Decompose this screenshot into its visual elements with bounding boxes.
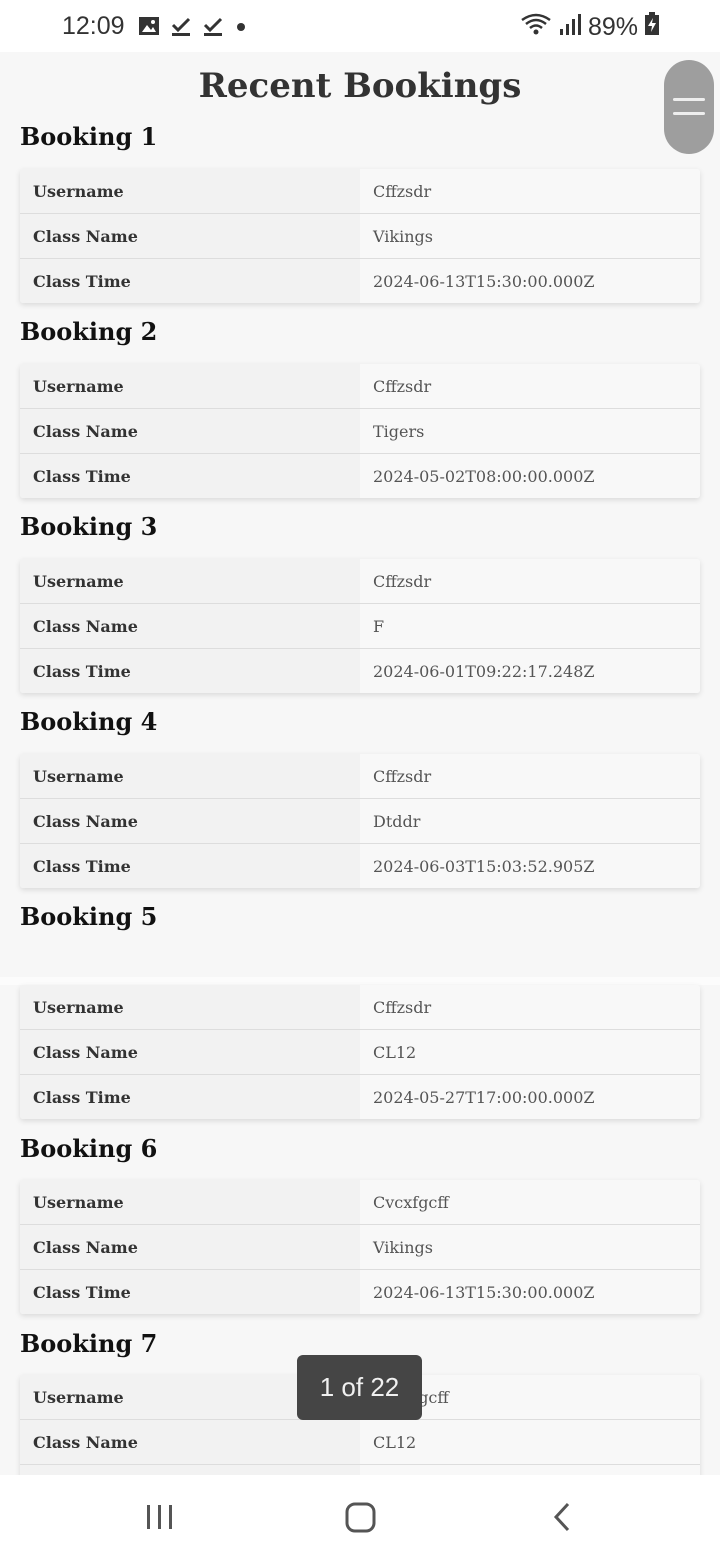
home-icon[interactable] — [344, 1499, 378, 1539]
class-time-value: 2024-05-27T17:00:00.000Z — [360, 1075, 700, 1119]
class-time-value: 2024-06-01T09:22:17.248Z — [360, 649, 700, 693]
class-name-label: Class Name — [20, 799, 360, 843]
username-label: Username — [20, 169, 360, 213]
booking-heading: Booking 1 — [20, 122, 158, 151]
booking-heading: Booking 7 — [20, 1329, 158, 1358]
class-name-label: Class Name — [20, 1225, 360, 1269]
username-label: Username — [20, 1180, 360, 1224]
class-time-label: Class Time — [20, 1465, 360, 1475]
username-value: Cffzsdr — [360, 169, 700, 213]
wifi-icon — [520, 12, 552, 43]
class-name-value: Dtddr — [360, 799, 700, 843]
class-time-value: 2024-06-13T15:30:00.000Z — [360, 1270, 700, 1314]
check-icon — [202, 15, 224, 44]
table-row: Class Name Vikings — [20, 1224, 700, 1269]
class-name-label: Class Name — [20, 1030, 360, 1074]
class-name-label: Class Name — [20, 214, 360, 258]
username-label: Username — [20, 364, 360, 408]
class-time-label: Class Time — [20, 844, 360, 888]
class-name-value: CL12 — [360, 1420, 700, 1464]
booking-table: Username Cffzsdr Class Name CL12 Class T… — [20, 985, 700, 1119]
booking-heading: Booking 6 — [20, 1134, 158, 1163]
back-icon[interactable] — [550, 1499, 574, 1539]
class-name-value: Tigers — [360, 409, 700, 453]
booking-table: Username Cffzsdr Class Name Vikings Clas… — [20, 169, 700, 303]
table-row: Username Cvcxfgcff — [20, 1180, 700, 1224]
recent-apps-icon[interactable] — [145, 1499, 175, 1539]
class-name-label: Class Name — [20, 604, 360, 648]
class-name-label: Class Name — [20, 1420, 360, 1464]
battery-charging-icon — [644, 12, 660, 43]
table-row: Username Cffzsdr — [20, 559, 700, 603]
table-row: Username Cffzsdr — [20, 985, 700, 1029]
table-row: Class Time 2024-05-27T17:00:00.000Z — [20, 1074, 700, 1119]
class-time-label: Class Time — [20, 454, 360, 498]
booking-table: Username Cffzsdr Class Name F Class Time… — [20, 559, 700, 693]
class-name-value: CL12 — [360, 1030, 700, 1074]
username-value: Cffzsdr — [360, 985, 700, 1029]
menu-button[interactable] — [664, 60, 714, 154]
table-row: Class Name Tigers — [20, 408, 700, 453]
class-name-value: Vikings — [360, 214, 700, 258]
table-row: Class Time 2024-06-13T15:30:00.000Z — [20, 258, 700, 303]
booking-heading: Booking 2 — [20, 317, 158, 346]
table-row: Class Name Vikings — [20, 213, 700, 258]
class-time-label: Class Time — [20, 1270, 360, 1314]
table-row: Class Time 2024-05-02T08:00:00.000Z — [20, 453, 700, 498]
class-time-label: Class Time — [20, 649, 360, 693]
table-row: Class Time 2024-06-13T15:30:00.000Z — [20, 1269, 700, 1314]
dot-icon — [234, 15, 248, 44]
booking-table: Username Cffzsdr Class Name Dtddr Class … — [20, 754, 700, 888]
username-value: Cffzsdr — [360, 559, 700, 603]
bookings-page: Recent Bookings Booking 1 Username Cffzs… — [0, 52, 720, 1475]
class-time-label: Class Time — [20, 259, 360, 303]
table-row: Class Time — [20, 1464, 700, 1475]
table-row: Class Time 2024-06-01T09:22:17.248Z — [20, 648, 700, 693]
page-count-toast: 1 of 22 — [297, 1355, 422, 1420]
username-value: Cvcxfgcff — [360, 1180, 700, 1224]
username-label: Username — [20, 559, 360, 603]
booking-table: Username Cvcxfgcff Class Name Vikings Cl… — [20, 1180, 700, 1314]
class-time-label: Class Time — [20, 1075, 360, 1119]
status-time: 12:09 — [62, 12, 125, 40]
table-row: Class Name Dtddr — [20, 798, 700, 843]
table-row: Class Name F — [20, 603, 700, 648]
class-name-value: F — [360, 604, 700, 648]
table-row: Class Time 2024-06-03T15:03:52.905Z — [20, 843, 700, 888]
class-time-value: 2024-06-13T15:30:00.000Z — [360, 259, 700, 303]
booking-heading: Booking 4 — [20, 707, 158, 736]
class-time-value: 2024-06-03T15:03:52.905Z — [360, 844, 700, 888]
table-row: Class Name CL12 — [20, 1029, 700, 1074]
check-icon — [170, 15, 192, 44]
username-value: Cffzsdr — [360, 754, 700, 798]
screenshot-seam — [0, 977, 720, 985]
username-value: Cffzsdr — [360, 364, 700, 408]
username-label: Username — [20, 754, 360, 798]
battery-level: 89% — [587, 13, 638, 41]
status-bar: 12:09 89% — [0, 0, 720, 52]
table-row: Class Name CL12 — [20, 1419, 700, 1464]
table-row: Username Cffzsdr — [20, 754, 700, 798]
image-icon — [138, 15, 160, 44]
booking-heading: Booking 3 — [20, 512, 158, 541]
class-name-label: Class Name — [20, 409, 360, 453]
class-name-value: Vikings — [360, 1225, 700, 1269]
username-label: Username — [20, 985, 360, 1029]
navigation-bar — [0, 1475, 720, 1560]
signal-icon — [558, 12, 582, 43]
table-row: Username Cffzsdr — [20, 364, 700, 408]
table-row: Username Cffzsdr — [20, 169, 700, 213]
page-title: Recent Bookings — [198, 66, 522, 106]
booking-heading: Booking 5 — [20, 902, 158, 931]
class-time-value — [360, 1465, 700, 1475]
booking-table: Username Cffzsdr Class Name Tigers Class… — [20, 364, 700, 498]
class-time-value: 2024-05-02T08:00:00.000Z — [360, 454, 700, 498]
